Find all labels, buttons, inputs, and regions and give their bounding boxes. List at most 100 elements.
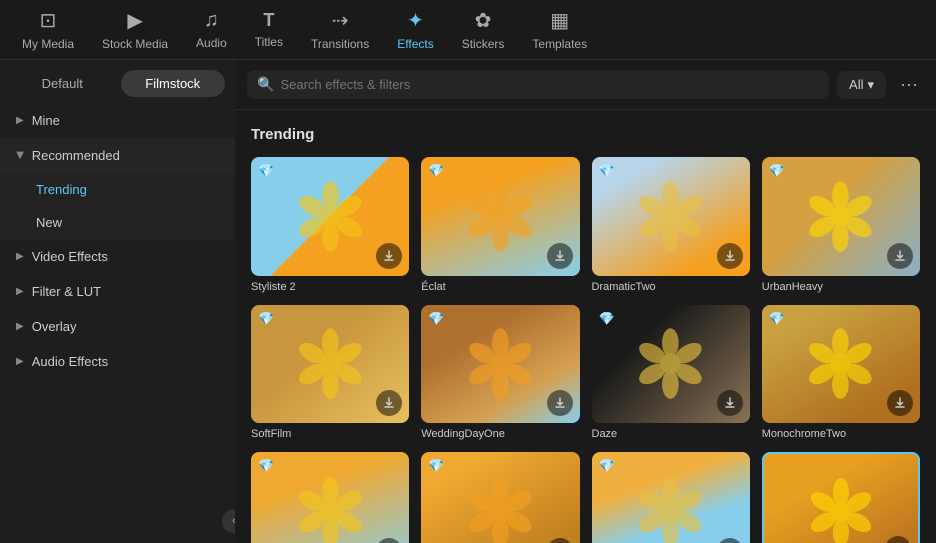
- filter-lut-chevron-icon: ▶: [16, 286, 24, 297]
- stock-media-icon: ▶: [127, 8, 142, 33]
- section-title: Trending: [251, 126, 920, 143]
- flower-thumbnail-svg: [275, 322, 386, 405]
- sidebar-item-mine[interactable]: ▶ Mine: [0, 103, 235, 138]
- gem-icon: 💎: [599, 458, 615, 474]
- gem-icon: 💎: [428, 311, 444, 327]
- stickers-icon: ✿: [475, 8, 492, 33]
- flower-thumbnail-svg: [615, 470, 726, 543]
- sidebar-item-audio-effects-label: Audio Effects: [32, 354, 108, 369]
- sidebar-sub-new[interactable]: New: [0, 206, 235, 239]
- section-filter-lut: ▶ Filter & LUT: [0, 274, 235, 309]
- gem-icon: 💎: [258, 458, 274, 474]
- audio-icon: ♫: [204, 9, 219, 32]
- sidebar-item-overlay[interactable]: ▶ Overlay: [0, 309, 235, 344]
- flower-thumbnail-svg: [785, 175, 896, 258]
- effect-card[interactable]: 💎Éclat: [421, 157, 579, 293]
- effect-name: UrbanHeavy: [762, 281, 920, 293]
- effect-name: WeddingDayOne: [421, 428, 579, 440]
- effect-card[interactable]: 💎 DramaticTwo: [592, 157, 750, 293]
- sidebar-item-video-effects-label: Video Effects: [32, 249, 108, 264]
- sidebar-collapse-button[interactable]: ‹: [222, 509, 235, 533]
- flower-thumbnail-svg: [445, 470, 556, 543]
- effect-name: Daze: [592, 428, 750, 440]
- download-button[interactable]: [717, 243, 743, 269]
- search-input[interactable]: [280, 77, 819, 92]
- gem-icon: 💎: [769, 311, 785, 327]
- download-button[interactable]: [547, 390, 573, 416]
- effect-name: DramaticTwo: [592, 281, 750, 293]
- nav-stickers-label: Stickers: [462, 37, 505, 51]
- flower-thumbnail-svg: [615, 175, 726, 258]
- nav-my-media[interactable]: ⊡ My Media: [8, 2, 88, 57]
- download-button[interactable]: [376, 243, 402, 269]
- nav-templates-label: Templates: [532, 37, 587, 51]
- sidebar-item-filter-lut[interactable]: ▶ Filter & LUT: [0, 274, 235, 309]
- effect-card[interactable]: 💎 Daze: [592, 305, 750, 441]
- sidebar-item-overlay-label: Overlay: [32, 319, 77, 334]
- gem-icon: 💎: [599, 163, 615, 179]
- effect-card[interactable]: 💎 SoftFilm: [251, 305, 409, 441]
- tab-default[interactable]: Default: [10, 70, 115, 97]
- section-overlay: ▶ Overlay: [0, 309, 235, 344]
- sidebar-item-filter-lut-label: Filter & LUT: [32, 284, 101, 299]
- sidebar-item-audio-effects[interactable]: ▶ Audio Effects: [0, 344, 235, 379]
- nav-titles[interactable]: T Titles: [241, 4, 297, 55]
- download-button[interactable]: [887, 390, 913, 416]
- search-icon: 🔍: [257, 76, 274, 93]
- section-mine: ▶ Mine: [0, 103, 235, 138]
- nav-stickers[interactable]: ✿ Stickers: [448, 2, 519, 57]
- filter-dropdown[interactable]: All ▾: [837, 71, 886, 99]
- sidebar-sub-trending[interactable]: Trending: [0, 173, 235, 206]
- search-input-wrap: 🔍: [247, 70, 829, 99]
- gem-icon: 💎: [769, 163, 785, 179]
- gem-icon: 💎: [258, 163, 274, 179]
- effect-name: SoftFilm: [251, 428, 409, 440]
- effect-card[interactable]: 💎 WeddingDayOne: [421, 305, 579, 441]
- sidebar-item-recommended-label: Recommended: [32, 148, 120, 163]
- effects-grid: 💎Styliste 2💎Éclat💎DramaticTwo💎UrbanHeavy…: [251, 157, 920, 543]
- gem-icon: 💎: [428, 458, 444, 474]
- nav-titles-label: Titles: [255, 35, 283, 49]
- search-bar: 🔍 All ▾ ···: [235, 60, 936, 110]
- download-button[interactable]: [887, 243, 913, 269]
- nav-effects-label: Effects: [397, 37, 433, 51]
- download-button[interactable]: [376, 390, 402, 416]
- effect-name: Éclat: [421, 281, 579, 293]
- templates-icon: ▦: [550, 8, 569, 33]
- flower-thumbnail-svg: [445, 322, 556, 405]
- content-area: 🔍 All ▾ ··· Trending 💎Styliste 2💎Éclat💎D…: [235, 60, 936, 543]
- titles-icon: T: [263, 10, 274, 31]
- gem-icon: 💎: [599, 311, 615, 327]
- nav-effects[interactable]: ✦ Effects: [383, 2, 447, 57]
- flower-thumbnail-svg: [275, 470, 386, 543]
- download-button[interactable]: [547, 243, 573, 269]
- effect-card[interactable]: 💎 Styliste 2: [251, 157, 409, 293]
- nav-templates[interactable]: ▦ Templates: [518, 2, 601, 57]
- nav-audio-label: Audio: [196, 36, 227, 50]
- nav-audio[interactable]: ♫ Audio: [182, 3, 241, 56]
- my-media-icon: ⊡: [40, 8, 57, 33]
- section-audio-effects: ▶ Audio Effects: [0, 344, 235, 379]
- tab-filmstock[interactable]: Filmstock: [121, 70, 226, 97]
- sidebar-item-video-effects[interactable]: ▶ Video Effects: [0, 239, 235, 274]
- recommended-chevron-icon: ▶: [14, 152, 25, 160]
- effect-card[interactable]: 💎UrbanHigh: [592, 452, 750, 543]
- effect-card[interactable]: 💎 MonochromeTwo: [762, 305, 920, 441]
- sidebar-item-recommended[interactable]: ▶ Recommended: [0, 138, 235, 173]
- effect-card[interactable]: 💎Dramatic: [421, 452, 579, 543]
- video-effects-chevron-icon: ▶: [16, 251, 24, 262]
- nav-stock-media[interactable]: ▶ Stock Media: [88, 2, 182, 57]
- effect-card[interactable]: Direction blur: [762, 452, 920, 543]
- flower-thumbnail-svg: [275, 175, 386, 258]
- effect-card[interactable]: 💎 UrbanHeavy: [762, 157, 920, 293]
- effect-name: Styliste 2: [251, 281, 409, 293]
- effect-card[interactable]: 💎ContrastTwo: [251, 452, 409, 543]
- nav-transitions-label: Transitions: [311, 37, 369, 51]
- effect-name: MonochromeTwo: [762, 428, 920, 440]
- more-options-button[interactable]: ···: [894, 70, 924, 99]
- gem-icon: 💎: [258, 311, 274, 327]
- section-video-effects: ▶ Video Effects: [0, 239, 235, 274]
- download-button[interactable]: [717, 390, 743, 416]
- nav-transitions[interactable]: ⇢ Transitions: [297, 2, 383, 57]
- top-nav: ⊡ My Media ▶ Stock Media ♫ Audio T Title…: [0, 0, 936, 60]
